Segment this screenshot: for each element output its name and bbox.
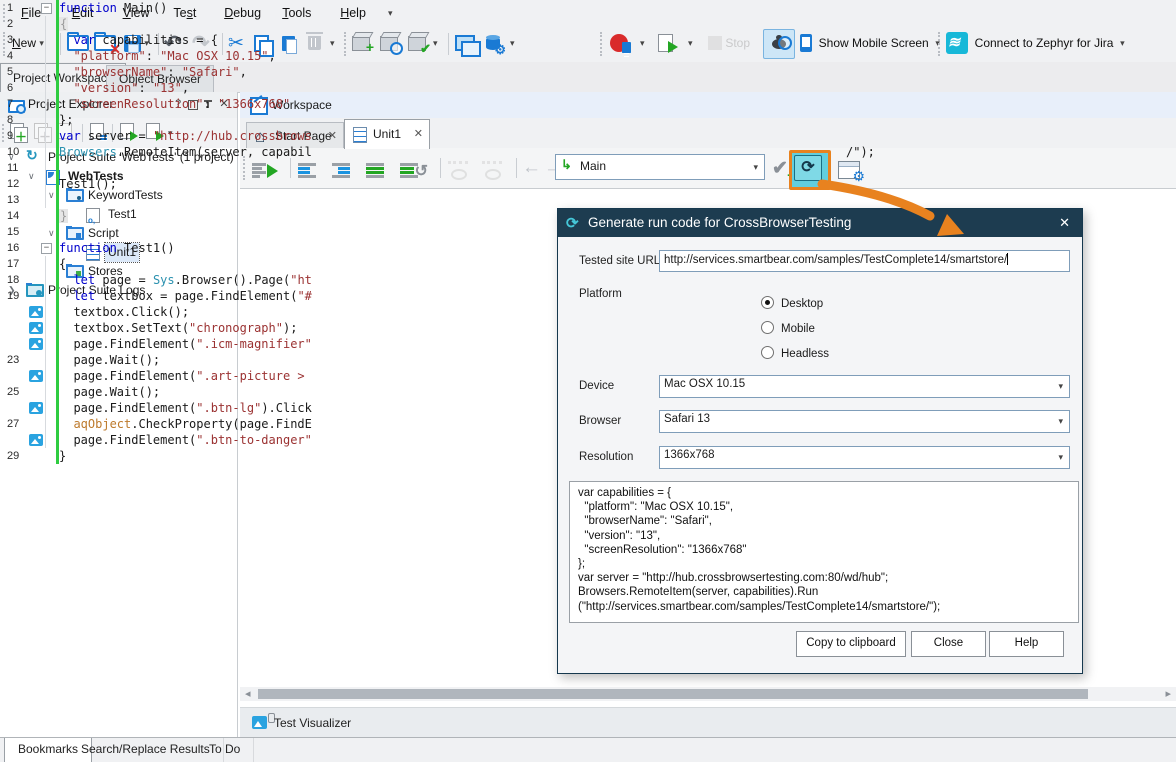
tab-unit1[interactable]: Unit1 ✕ xyxy=(344,119,430,149)
visualizer-image-icon[interactable] xyxy=(29,306,43,318)
line-number: 6 xyxy=(7,80,13,96)
line-number: 9 xyxy=(7,128,13,144)
line-number: 25 xyxy=(7,384,19,400)
scroll-right-icon[interactable]: ▸ xyxy=(1165,687,1171,701)
resolution-select[interactable]: 1366x768▾ xyxy=(659,446,1070,469)
url-label: Tested site URL xyxy=(579,255,660,267)
chevron-down-icon[interactable]: ▾ xyxy=(1058,381,1063,392)
code-line-3[interactable]: 3 var capabilities = { xyxy=(0,32,936,48)
close-button[interactable]: Close xyxy=(911,631,986,657)
line-number: 5 xyxy=(7,64,13,80)
visualizer-image-icon[interactable] xyxy=(29,338,43,350)
line-number: 12 xyxy=(7,176,19,192)
radio-headless[interactable]: Headless xyxy=(761,346,829,362)
device-label: Device xyxy=(579,380,614,392)
image-icon xyxy=(252,716,267,729)
code-line-1[interactable]: 1−function Main() xyxy=(0,0,936,16)
platform-label: Platform xyxy=(579,288,622,300)
unit-icon xyxy=(353,127,367,143)
line-number: 27 xyxy=(7,416,19,432)
line-number: 1 xyxy=(7,0,13,16)
tab-to-do[interactable]: To Do xyxy=(196,738,254,762)
test-visualizer-bar[interactable]: Test Visualizer xyxy=(240,707,1176,738)
chevron-down-icon[interactable]: ▾ xyxy=(1058,416,1063,427)
radio-desktop[interactable]: Desktop xyxy=(761,296,823,312)
preview-code-line: "browserName": "Safari", xyxy=(578,514,1070,528)
preview-code-line: var capabilities = { xyxy=(578,486,1070,500)
line-number: 19 xyxy=(7,288,19,304)
line-number: 15 xyxy=(7,224,19,240)
help-button[interactable]: Help xyxy=(989,631,1064,657)
editor-hscrollbar[interactable]: ◂ ▸ xyxy=(240,687,1176,701)
preview-code-line: ("http://services.smartbear.com/samples/… xyxy=(578,600,1070,614)
code-line-4[interactable]: 4 "platform": "Mac OSX 10.15", xyxy=(0,48,936,64)
preview-code-line: }; xyxy=(578,557,1070,571)
line-number: 7 xyxy=(7,96,13,112)
code-line-13[interactable]: 13 xyxy=(0,192,936,208)
line-number: 3 xyxy=(7,32,13,48)
line-number: 23 xyxy=(7,352,19,368)
code-line-6[interactable]: 6 "version": "13", xyxy=(0,80,936,96)
radio-mobile[interactable]: Mobile xyxy=(761,321,815,337)
visualizer-image-icon[interactable] xyxy=(29,434,43,446)
preview-code-line: "screenResolution": "1366x768" xyxy=(578,543,1070,557)
test-visualizer-label: Test Visualizer xyxy=(274,716,351,730)
radio-icon xyxy=(761,296,774,309)
scrollbar-thumb[interactable] xyxy=(258,689,1088,699)
line-number: 14 xyxy=(7,208,19,224)
code-line-10[interactable]: 10Browsers.RemoteItem(server, capabil xyxy=(0,144,936,160)
fold-minus-icon[interactable]: − xyxy=(41,3,52,14)
code-line-8[interactable]: 8}; xyxy=(0,112,936,128)
copy-to-clipboard-button[interactable]: Copy to clipboard xyxy=(796,631,906,657)
tested-site-url-input[interactable]: http://services.smartbear.com/samples/Te… xyxy=(659,250,1070,272)
line-number: 2 xyxy=(7,16,13,32)
preview-code-line: Browsers.RemoteItem(server, capabilities… xyxy=(578,585,1070,599)
text-cursor xyxy=(1007,253,1008,265)
code-line-5[interactable]: 5 "browserName": "Safari", xyxy=(0,64,936,80)
cbt-arrows-icon: ⟳ xyxy=(566,214,579,232)
dialog-title: Generate run code for CrossBrowserTestin… xyxy=(588,215,851,230)
visualizer-image-icon[interactable] xyxy=(29,322,43,334)
testcomplete-window: FileEditViewTestDebugToolsHelp▾ New ▾ ✕ … xyxy=(0,0,1176,762)
line-number: 29 xyxy=(7,448,19,464)
line-number: 10 xyxy=(7,144,19,160)
dialog-title-bar[interactable]: ⟳ Generate run code for CrossBrowserTest… xyxy=(558,209,1082,237)
code-line-2[interactable]: 2{ xyxy=(0,16,936,32)
radio-icon xyxy=(761,346,774,359)
line-number: 18 xyxy=(7,272,19,288)
dialog-close-button[interactable]: ✕ xyxy=(1059,215,1070,231)
code-line-12[interactable]: 12Test1(); xyxy=(0,176,936,192)
line-number: 16 xyxy=(7,240,19,256)
line-number: 8 xyxy=(7,112,13,128)
preview-code-line: var server = "http://hub.crossbrowsertes… xyxy=(578,571,1070,585)
browser-label: Browser xyxy=(579,415,621,427)
line-number: 17 xyxy=(7,256,19,272)
line-number: 4 xyxy=(7,48,13,64)
device-select[interactable]: Mac OSX 10.15▾ xyxy=(659,375,1070,398)
line-number: 13 xyxy=(7,192,19,208)
scroll-left-icon[interactable]: ◂ xyxy=(245,687,251,701)
preview-code-line: "platform": "Mac OSX 10.15", xyxy=(578,500,1070,514)
code-line-11[interactable]: 11 xyxy=(0,160,936,176)
generate-run-code-dialog: ⟳ Generate run code for CrossBrowserTest… xyxy=(557,208,1083,674)
generated-code-preview: var capabilities = { "platform": "Mac OS… xyxy=(569,481,1079,623)
bottom-panel-tabs: Bookmarks Search/Replace Results To Do xyxy=(0,737,1176,762)
preview-code-line: "version": "13", xyxy=(578,529,1070,543)
close-tab-icon[interactable]: ✕ xyxy=(414,127,423,140)
code-line-9[interactable]: 9var server = "http://hub.crossbrows xyxy=(0,128,936,144)
radio-icon xyxy=(761,321,774,334)
chevron-down-icon[interactable]: ▾ xyxy=(1058,452,1063,463)
fold-minus-icon[interactable]: − xyxy=(41,243,52,254)
code-line-7[interactable]: 7 "screenResolution": "1366x768" xyxy=(0,96,936,112)
browser-select[interactable]: Safari 13▾ xyxy=(659,410,1070,433)
code-line-tail: /"); xyxy=(846,145,875,159)
visualizer-image-icon[interactable] xyxy=(29,402,43,414)
resolution-label: Resolution xyxy=(579,451,633,463)
line-number: 11 xyxy=(7,160,18,176)
visualizer-image-icon[interactable] xyxy=(29,370,43,382)
